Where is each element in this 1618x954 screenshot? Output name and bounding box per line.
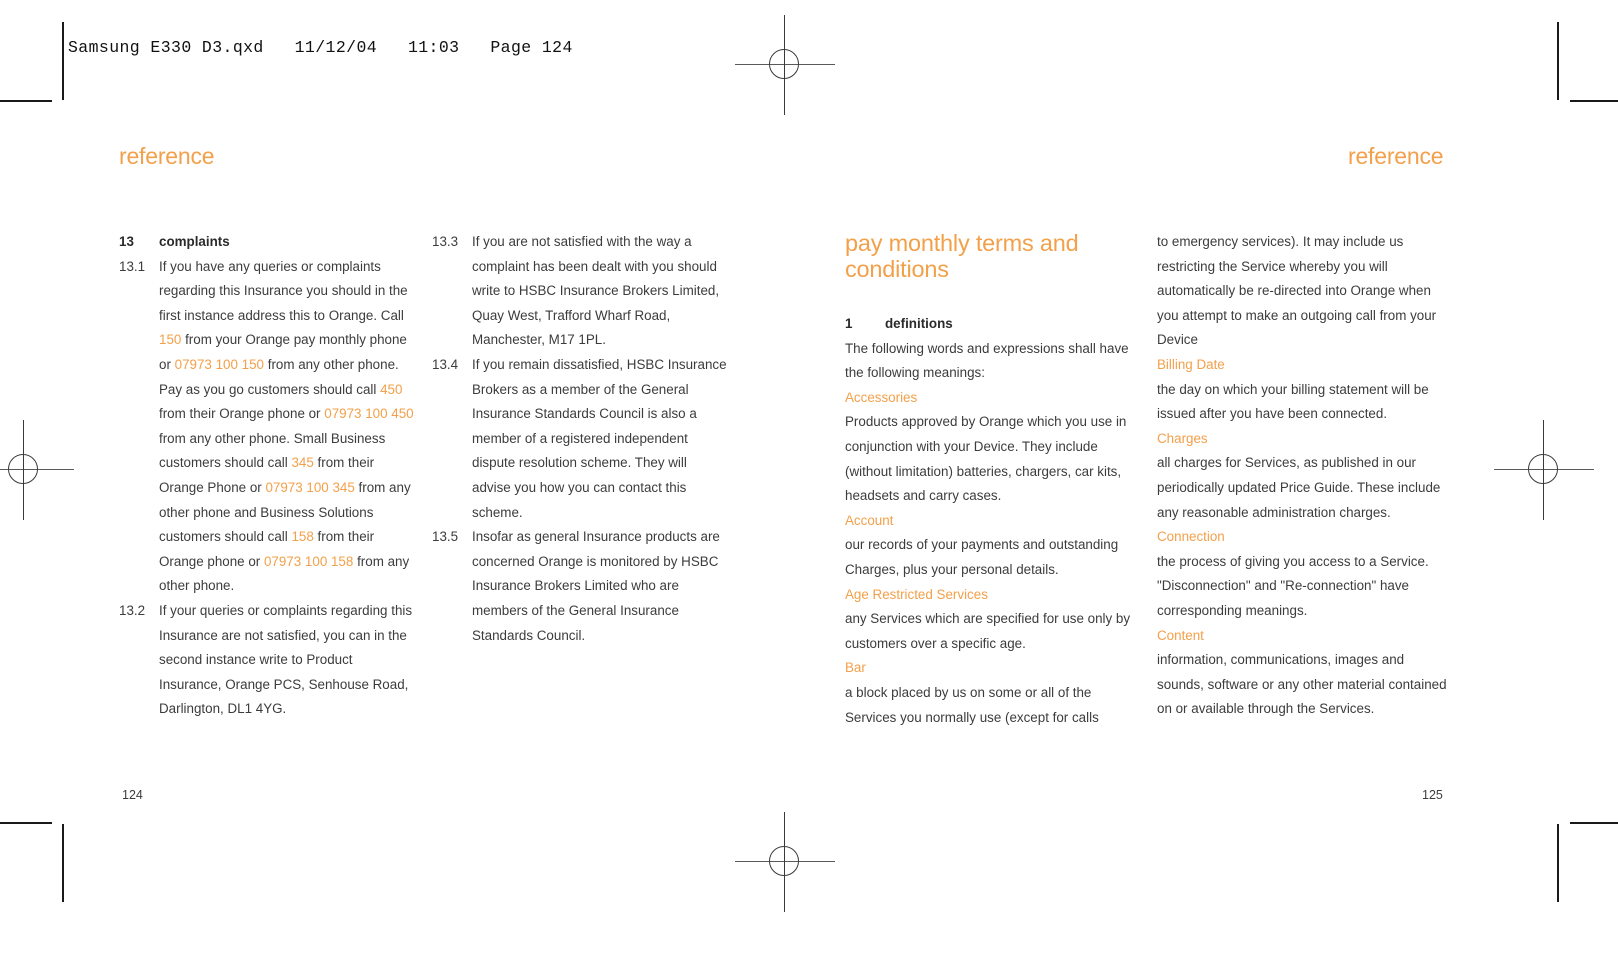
definition-term: Account [845,512,894,528]
clause-heading-label: definitions [885,316,953,331]
clause-number: 13.5 [432,529,459,545]
crop-mark-top-left-horizontal [0,100,52,102]
crop-mark-bottom-right-horizontal [1570,822,1618,824]
definition-body: information, communications, images and … [1157,652,1447,717]
phone-number-highlight: 158 [291,529,314,545]
definition-list-col3: Accessories Products approved by Orange w… [845,386,1141,730]
definition-body: a block placed by us on some or all of t… [845,684,1099,725]
phone-number-highlight: 345 [291,455,314,471]
definition-term: Connection [1157,529,1225,545]
crop-mark-bottom-left-horizontal [0,822,52,824]
registration-mark-right [1494,420,1594,520]
clause-paragraph: 13.4 If you remain dissatisfied, HSBC Ins… [432,353,728,525]
clause-text-run: from their Orange phone or [159,406,325,422]
definition-body: the process of giving you access to a Se… [1157,553,1429,618]
definition-term: Content [1157,627,1204,643]
clause-heading-number: 13 [119,234,134,249]
clause-text: If you are not satisfied with the way a … [472,230,728,353]
clause-text: Insofar as general Insurance products ar… [472,525,728,648]
phone-number-highlight: 07973 100 158 [263,553,354,569]
clause-text-run: Insofar as general Insurance products ar… [472,529,720,643]
definition-body: our records of your payments and outstan… [845,537,1119,577]
clause-number: 13.3 [432,234,459,249]
crop-mark-bottom-right-vertical [1557,824,1559,902]
clause-list-col2: 13.3 If you are not satisfied with the wa… [432,230,728,648]
page-number-right: 125 [1422,788,1443,802]
running-head-left: reference [119,143,215,169]
phone-number-highlight: 07973 100 345 [265,479,355,495]
prepress-slug-line: Samsung E330 D3.qxd 11/12/04 11:03 Page … [68,38,573,57]
clause-paragraph: 13.3 If you are not satisfied with the wa… [432,230,728,353]
running-head-right: reference [1348,143,1444,169]
document-page: Samsung E330 D3.qxd 11/12/04 11:03 Page … [0,0,1618,954]
clause-number: 13.1 [119,258,146,274]
registration-mark-left [0,420,74,520]
clause-text-run: If your queries or complaints regarding … [159,602,413,717]
crop-mark-top-left-vertical [62,22,64,100]
definition-list-col4: Billing Date the day on which your billin… [1157,353,1453,722]
page-number-left: 124 [122,788,143,802]
definition-term: Charges [1157,430,1208,446]
crop-mark-top-right-vertical [1557,22,1559,100]
clause-heading-1: 1 definitions [845,312,1141,337]
phone-number-highlight: 07973 100 150 [174,356,265,372]
phone-number-highlight: 07973 100 450 [324,406,414,422]
chapter-title: pay monthly terms and conditions [845,230,1079,282]
clause-heading-13: 13 complaints [119,230,415,255]
definition-term: Age Restricted Services [845,586,988,602]
clause-number: 13.4 [432,356,459,372]
phone-number-highlight: 450 [380,381,403,397]
definition-body: the day on which your billing statement … [1157,381,1429,422]
clause-text-run: If you are not satisfied with the way a … [472,234,720,348]
clause-text: If you have any queries or complaints re… [159,255,415,599]
definition-term: Bar [845,660,866,676]
text-column-3: pay monthly terms and conditions 1 defin… [845,230,1141,730]
clause-text-run: If you have any queries or complaints re… [159,258,408,323]
definitions-intro: The following words and expressions shal… [845,340,1129,381]
definition-term: Billing Date [1157,356,1225,372]
definition-body: any Services which are specified for use… [845,611,1131,651]
clause-paragraph: 13.5 Insofar as general Insurance product… [432,525,728,648]
clause-text-run: If you remain dissatisfied, HSBC Insuran… [472,356,727,520]
registration-mark-bottom [735,812,835,912]
definition-body: all charges for Services, as published i… [1157,455,1441,520]
definition-body: Products approved by Orange which you us… [845,414,1127,504]
clause-number: 13.2 [119,602,146,618]
clause-paragraph: 13.2 If your queries or complaints regard… [119,599,415,722]
clause-list-col1: 13.1 If you have any queries or complaint… [119,255,415,722]
clause-text: If your queries or complaints regarding … [159,599,415,722]
crop-mark-bottom-left-vertical [62,824,64,902]
phone-number-highlight: 150 [159,332,182,348]
registration-mark-top [735,15,835,115]
definition-continuation: to emergency services). It may include u… [1157,234,1437,348]
text-column-2: 13.3 If you are not satisfied with the wa… [432,230,728,648]
definition-term: Accessories [845,389,918,405]
clause-text: If you remain dissatisfied, HSBC Insuran… [472,353,728,525]
clause-paragraph: 13.1 If you have any queries or complaint… [119,255,415,599]
text-column-1: 13 complaints 13.1 If you have any querie… [119,230,415,722]
clause-heading-label: complaints [159,234,230,249]
text-column-4: to emergency services). It may include u… [1157,230,1453,722]
clause-heading-number: 1 [845,316,853,331]
crop-mark-top-right-horizontal [1570,100,1618,102]
